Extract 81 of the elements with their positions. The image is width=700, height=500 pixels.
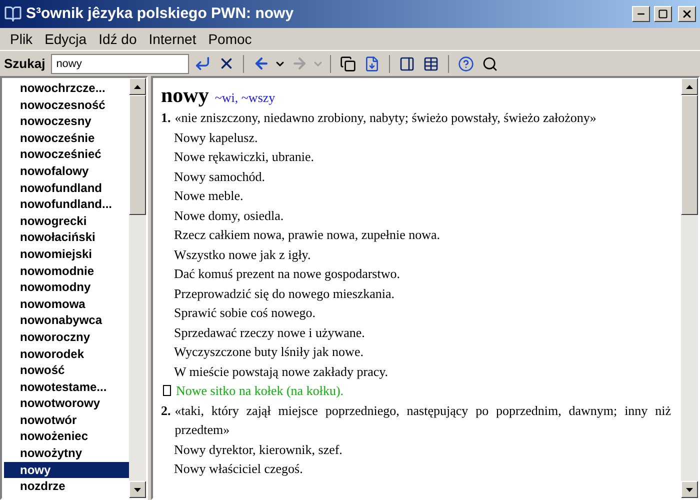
menu-item[interactable]: Idź do bbox=[92, 28, 143, 50]
menu-item[interactable]: Plik bbox=[4, 28, 39, 50]
square-icon bbox=[163, 385, 171, 396]
word-list-item[interactable]: nowogrecki bbox=[4, 212, 129, 230]
word-list-item[interactable]: nowocześnieć bbox=[4, 146, 129, 163]
example-sentence: Nowe meble. bbox=[173, 187, 244, 205]
word-list-item[interactable]: nowochrzcze... bbox=[4, 80, 129, 97]
word-list-item[interactable]: nowomodny bbox=[4, 279, 129, 296]
window-title: S³ownik jêzyka polskiego PWN: nowy bbox=[26, 4, 295, 24]
copy-icon bbox=[340, 56, 356, 72]
close-icon bbox=[681, 8, 693, 20]
word-list-item[interactable]: nowość bbox=[4, 362, 129, 379]
idiom-text: Nowe sitko na kołek (na kołku). bbox=[176, 382, 344, 400]
scroll-up-button[interactable] bbox=[681, 78, 698, 95]
menu-item[interactable]: Pomoc bbox=[202, 28, 258, 50]
word-list-item[interactable]: nowonabywca bbox=[4, 312, 129, 329]
book-icon bbox=[4, 5, 22, 23]
word-list-item[interactable]: noworoczny bbox=[4, 328, 129, 346]
word-list-item[interactable]: nowomiejski bbox=[4, 246, 129, 263]
word-list-item[interactable]: nowoczesny bbox=[4, 113, 129, 130]
word-list-item[interactable]: nowoczesność bbox=[4, 96, 129, 114]
word-list-item[interactable]: nowocześnie bbox=[4, 130, 129, 146]
sense-number: 2. bbox=[161, 402, 171, 420]
example-sentence: Nowe domy, osiedla. bbox=[173, 206, 284, 225]
sense-number: 1. bbox=[161, 109, 171, 127]
example-sentence: Wszystko nowe jak z igły. bbox=[173, 246, 311, 264]
word-list-item[interactable]: nozdrze bbox=[4, 478, 129, 495]
example-sentence: Nowy kapelusz. bbox=[173, 128, 258, 147]
headword: nowy bbox=[161, 82, 209, 108]
word-list-item[interactable]: nowofundland... bbox=[4, 196, 129, 213]
example-sentence: Dać komuś prezent na nowe gospodarstwo. bbox=[173, 265, 400, 283]
scroll-thumb[interactable] bbox=[681, 95, 698, 215]
example-sentence: W mieście powstają nowe zakłady pracy. bbox=[173, 362, 388, 381]
inflection-forms: ~wi, ~wszy bbox=[214, 89, 276, 107]
scrollbar[interactable] bbox=[681, 78, 698, 498]
search-label: Szukaj bbox=[4, 54, 46, 73]
word-list-item[interactable]: nowożytny bbox=[4, 445, 129, 462]
menu-item[interactable]: Internet bbox=[142, 28, 202, 50]
example-sentence: Nowy właściciel czegoś. bbox=[173, 460, 303, 478]
word-list-item[interactable]: nowomodnie bbox=[4, 262, 129, 280]
menu-item[interactable]: Edycja bbox=[38, 28, 93, 50]
scroll-down-button[interactable] bbox=[681, 481, 698, 498]
search-field[interactable]: nowy bbox=[51, 54, 190, 74]
example-sentence: Nowy dyrektor, kierownik, szef. bbox=[173, 440, 342, 459]
word-list-item[interactable]: nowofundland bbox=[4, 180, 129, 196]
word-list-item[interactable]: nowotestame... bbox=[4, 378, 129, 396]
word-list-item[interactable]: nowotworowy bbox=[4, 395, 129, 412]
word-list-item[interactable]: nowy bbox=[4, 462, 129, 478]
scroll-thumb[interactable] bbox=[129, 95, 146, 215]
word-list-item[interactable]: noworodek bbox=[4, 346, 129, 362]
word-list-item[interactable]: nowotwór bbox=[4, 412, 129, 428]
help-icon bbox=[458, 56, 474, 72]
down-arrow-icon bbox=[686, 488, 693, 492]
example-sentence: Sprawić sobie coś nowego. bbox=[173, 304, 316, 322]
document-arrow-icon bbox=[364, 56, 380, 72]
maximize-icon bbox=[658, 9, 668, 19]
minimize-button[interactable] bbox=[632, 6, 650, 22]
example-sentence: Przeprowadzić się do nowego mieszkania. bbox=[173, 284, 395, 303]
table-icon bbox=[423, 56, 440, 72]
up-arrow-icon bbox=[686, 84, 693, 88]
example-sentence: Nowy samochód. bbox=[173, 168, 265, 186]
maximize-button[interactable] bbox=[654, 6, 672, 22]
close-button[interactable] bbox=[678, 6, 696, 22]
word-list-item[interactable]: nowofalowy bbox=[4, 162, 129, 180]
example-sentence: Wyczyszczone buty lśniły jak nowe. bbox=[173, 343, 364, 361]
word-list-item[interactable]: nowołaciński bbox=[4, 229, 129, 246]
enter-arrow-icon bbox=[194, 55, 211, 72]
panel-icon bbox=[399, 56, 416, 72]
up-arrow-icon bbox=[134, 84, 141, 88]
scroll-up-button[interactable] bbox=[129, 78, 146, 95]
scrollbar[interactable] bbox=[129, 78, 146, 498]
definition-text: «taki, który zajął miejsce poprzedniego, następujący po poprzednim, dawnym; inny niż przedtem» bbox=[174, 402, 671, 439]
word-list-item[interactable]: nowożeniec bbox=[4, 428, 129, 446]
definition-text: «nie zniszczony, niedawno zrobiony, nabyty; świeżo powstały, świeżo założony» bbox=[174, 109, 596, 127]
search-icon bbox=[482, 56, 498, 72]
example-sentence: Rzecz całkiem nowa, prawie nowa, zupełnie nowa. bbox=[173, 226, 440, 244]
down-arrow-icon bbox=[134, 488, 141, 492]
scroll-down-button[interactable] bbox=[129, 481, 146, 498]
word-list-item[interactable]: nowomowa bbox=[4, 296, 129, 312]
example-sentence: Nowe rękawiczki, ubranie. bbox=[173, 148, 314, 166]
example-sentence: Sprzedawać rzeczy nowe i używane. bbox=[173, 324, 365, 342]
